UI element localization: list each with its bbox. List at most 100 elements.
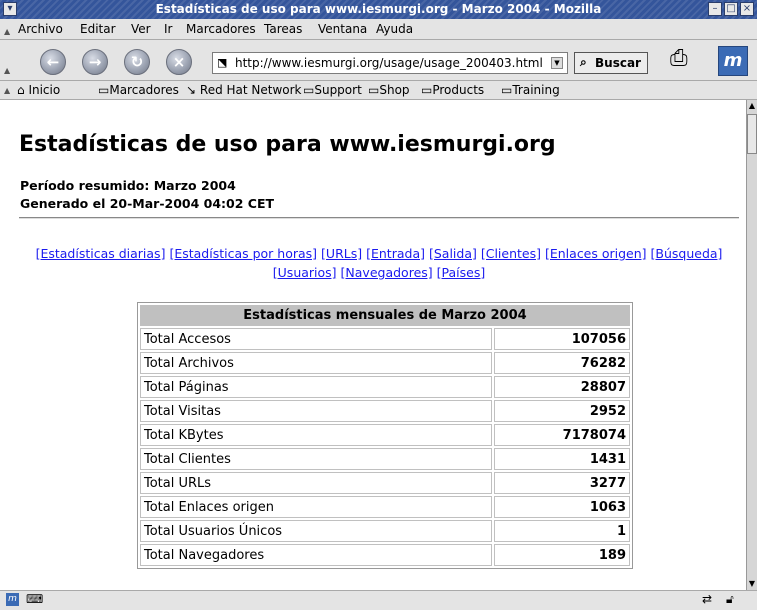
bookmark-shop[interactable]: ▭Shop	[368, 83, 410, 97]
row-label: Total Enlaces origen	[140, 496, 492, 518]
online-status-icon[interactable]: ⇄	[702, 592, 712, 606]
link-estadisticas-diarias[interactable]: [Estadísticas diarias]	[36, 246, 166, 261]
menu-archivo[interactable]: Archivo	[18, 22, 63, 36]
bookmark-red-hat-network[interactable]: ↘ Red Hat Network	[186, 83, 302, 97]
bookmark-training[interactable]: ▭Training	[501, 83, 560, 97]
menu-ver[interactable]: Ver	[131, 22, 151, 36]
bookmarks-toolbar: ▲ ⌂ Inicio ▭Marcadores ↘ Red Hat Network…	[0, 81, 757, 100]
search-icon: ⌕	[580, 55, 587, 69]
page-icon: ⬔	[217, 56, 228, 69]
bookmark-inicio[interactable]: ⌂ Inicio	[17, 83, 60, 97]
print-icon[interactable]: ⎙	[670, 46, 710, 76]
row-label: Total URLs	[140, 472, 492, 494]
mozilla-throbber-icon[interactable]: m	[718, 46, 748, 76]
reload-icon: ↻	[130, 53, 144, 71]
row-value: 1	[494, 520, 630, 542]
mozilla-icon[interactable]: m	[6, 593, 19, 606]
bookmark-marcadores[interactable]: ▭Marcadores	[98, 83, 179, 97]
monthly-stats-table: Estadísticas mensuales de Marzo 2004 Tot…	[137, 302, 633, 569]
scroll-up-icon[interactable]: ▲	[747, 100, 757, 112]
link-clientes[interactable]: [Clientes]	[481, 246, 541, 261]
section-links: [Estadísticas diarias] [Estadísticas por…	[19, 244, 739, 282]
forward-button[interactable]: →	[82, 49, 108, 75]
row-label: Total Archivos	[140, 352, 492, 374]
folder-icon: ▭	[421, 83, 433, 97]
link-enlaces-origen[interactable]: [Enlaces origen]	[545, 246, 647, 261]
menu-ir[interactable]: Ir	[164, 22, 172, 36]
table-row: Total Archivos 76282	[140, 352, 630, 374]
bookmark-support[interactable]: ▭Support	[303, 83, 362, 97]
link-urls[interactable]: [URLs]	[321, 246, 362, 261]
bookmark-icon: ↘	[186, 83, 197, 97]
forward-arrow-icon: →	[88, 53, 102, 71]
navigation-toolbar: ▲ ← → ↻ × ⬔ http://www.iesmurgi.org/usag…	[0, 40, 757, 81]
maximize-button[interactable]: □	[724, 2, 738, 16]
window-title: Estadísticas de uso para www.iesmurgi.or…	[155, 2, 602, 16]
security-lock-icon: 🔓︎	[726, 592, 734, 606]
menu-ventana[interactable]: Ventana	[318, 22, 367, 36]
link-usuarios[interactable]: [Usuarios]	[273, 265, 337, 280]
link-busqueda[interactable]: [Búsqueda]	[651, 246, 723, 261]
bookmark-label: Red Hat Network	[199, 83, 302, 97]
generated-date: Generado el 20-Mar-2004 04:02 CET	[20, 196, 275, 211]
menubar: ▲ Archivo Editar Ver Ir Marcadores Tarea…	[0, 19, 757, 40]
folder-icon: ▭	[368, 83, 380, 97]
table-row: Total Páginas 28807	[140, 376, 630, 398]
reload-button[interactable]: ↻	[124, 49, 150, 75]
row-label: Total KBytes	[140, 424, 492, 446]
close-button[interactable]: ×	[740, 2, 754, 16]
scroll-down-icon[interactable]: ▼	[747, 578, 757, 590]
status-bar: m ⌨ ⇄ 🔓︎	[0, 590, 757, 610]
component-bar-icon[interactable]: ⌨	[26, 592, 43, 606]
back-arrow-icon: ←	[46, 53, 60, 71]
bookmark-label: Marcadores	[109, 83, 179, 97]
row-value: 189	[494, 544, 630, 566]
toolbar-grip-icon[interactable]: ▲	[4, 27, 10, 36]
page-content: Estadísticas de uso para www.iesmurgi.or…	[0, 100, 746, 590]
vertical-scrollbar[interactable]: ▲ ▼	[746, 100, 757, 590]
row-value: 28807	[494, 376, 630, 398]
row-value: 3277	[494, 472, 630, 494]
url-bar[interactable]: ⬔ http://www.iesmurgi.org/usage/usage_20…	[212, 52, 568, 74]
table-row: Total URLs 3277	[140, 472, 630, 494]
menu-ayuda[interactable]: Ayuda	[376, 22, 413, 36]
row-label: Total Clientes	[140, 448, 492, 470]
toolbar-grip-icon[interactable]: ▲	[4, 86, 10, 95]
row-value: 1431	[494, 448, 630, 470]
toolbar-grip-icon[interactable]: ▲	[4, 66, 10, 75]
bookmark-products[interactable]: ▭Products	[421, 83, 484, 97]
link-estadisticas-por-horas[interactable]: [Estadísticas por horas]	[169, 246, 317, 261]
menu-marcadores[interactable]: Marcadores	[186, 22, 256, 36]
stop-button[interactable]: ×	[166, 49, 192, 75]
row-value: 2952	[494, 400, 630, 422]
table-header: Estadísticas mensuales de Marzo 2004	[140, 305, 630, 326]
bookmark-label: Training	[512, 83, 560, 97]
link-paises[interactable]: [Países]	[437, 265, 486, 280]
link-salida[interactable]: [Salida]	[429, 246, 477, 261]
table-row: Total KBytes 7178074	[140, 424, 630, 446]
bookmark-label: Support	[314, 83, 362, 97]
link-entrada[interactable]: [Entrada]	[366, 246, 425, 261]
link-navegadores[interactable]: [Navegadores]	[341, 265, 433, 280]
row-label: Total Usuarios Únicos	[140, 520, 492, 542]
url-dropdown-icon[interactable]: ▼	[551, 57, 563, 69]
period-summary: Período resumido: Marzo 2004	[20, 178, 236, 193]
row-label: Total Accesos	[140, 328, 492, 350]
back-button[interactable]: ←	[40, 49, 66, 75]
row-value: 1063	[494, 496, 630, 518]
menu-editar[interactable]: Editar	[80, 22, 116, 36]
url-text[interactable]: http://www.iesmurgi.org/usage/usage_2004…	[235, 56, 543, 70]
window-titlebar[interactable]: ▾ Estadísticas de uso para www.iesmurgi.…	[0, 0, 757, 19]
menu-tareas[interactable]: Tareas	[264, 22, 302, 36]
table-row: Total Navegadores 189	[140, 544, 630, 566]
folder-icon: ▭	[98, 83, 110, 97]
bookmark-label: Products	[432, 83, 485, 97]
row-label: Total Visitas	[140, 400, 492, 422]
search-button[interactable]: ⌕ Buscar	[574, 52, 648, 74]
page-title: Estadísticas de uso para www.iesmurgi.or…	[19, 132, 556, 157]
scrollbar-thumb[interactable]	[747, 114, 757, 154]
divider	[19, 217, 739, 219]
minimize-button[interactable]: –	[708, 2, 722, 16]
home-icon: ⌂	[17, 83, 25, 97]
row-value: 107056	[494, 328, 630, 350]
